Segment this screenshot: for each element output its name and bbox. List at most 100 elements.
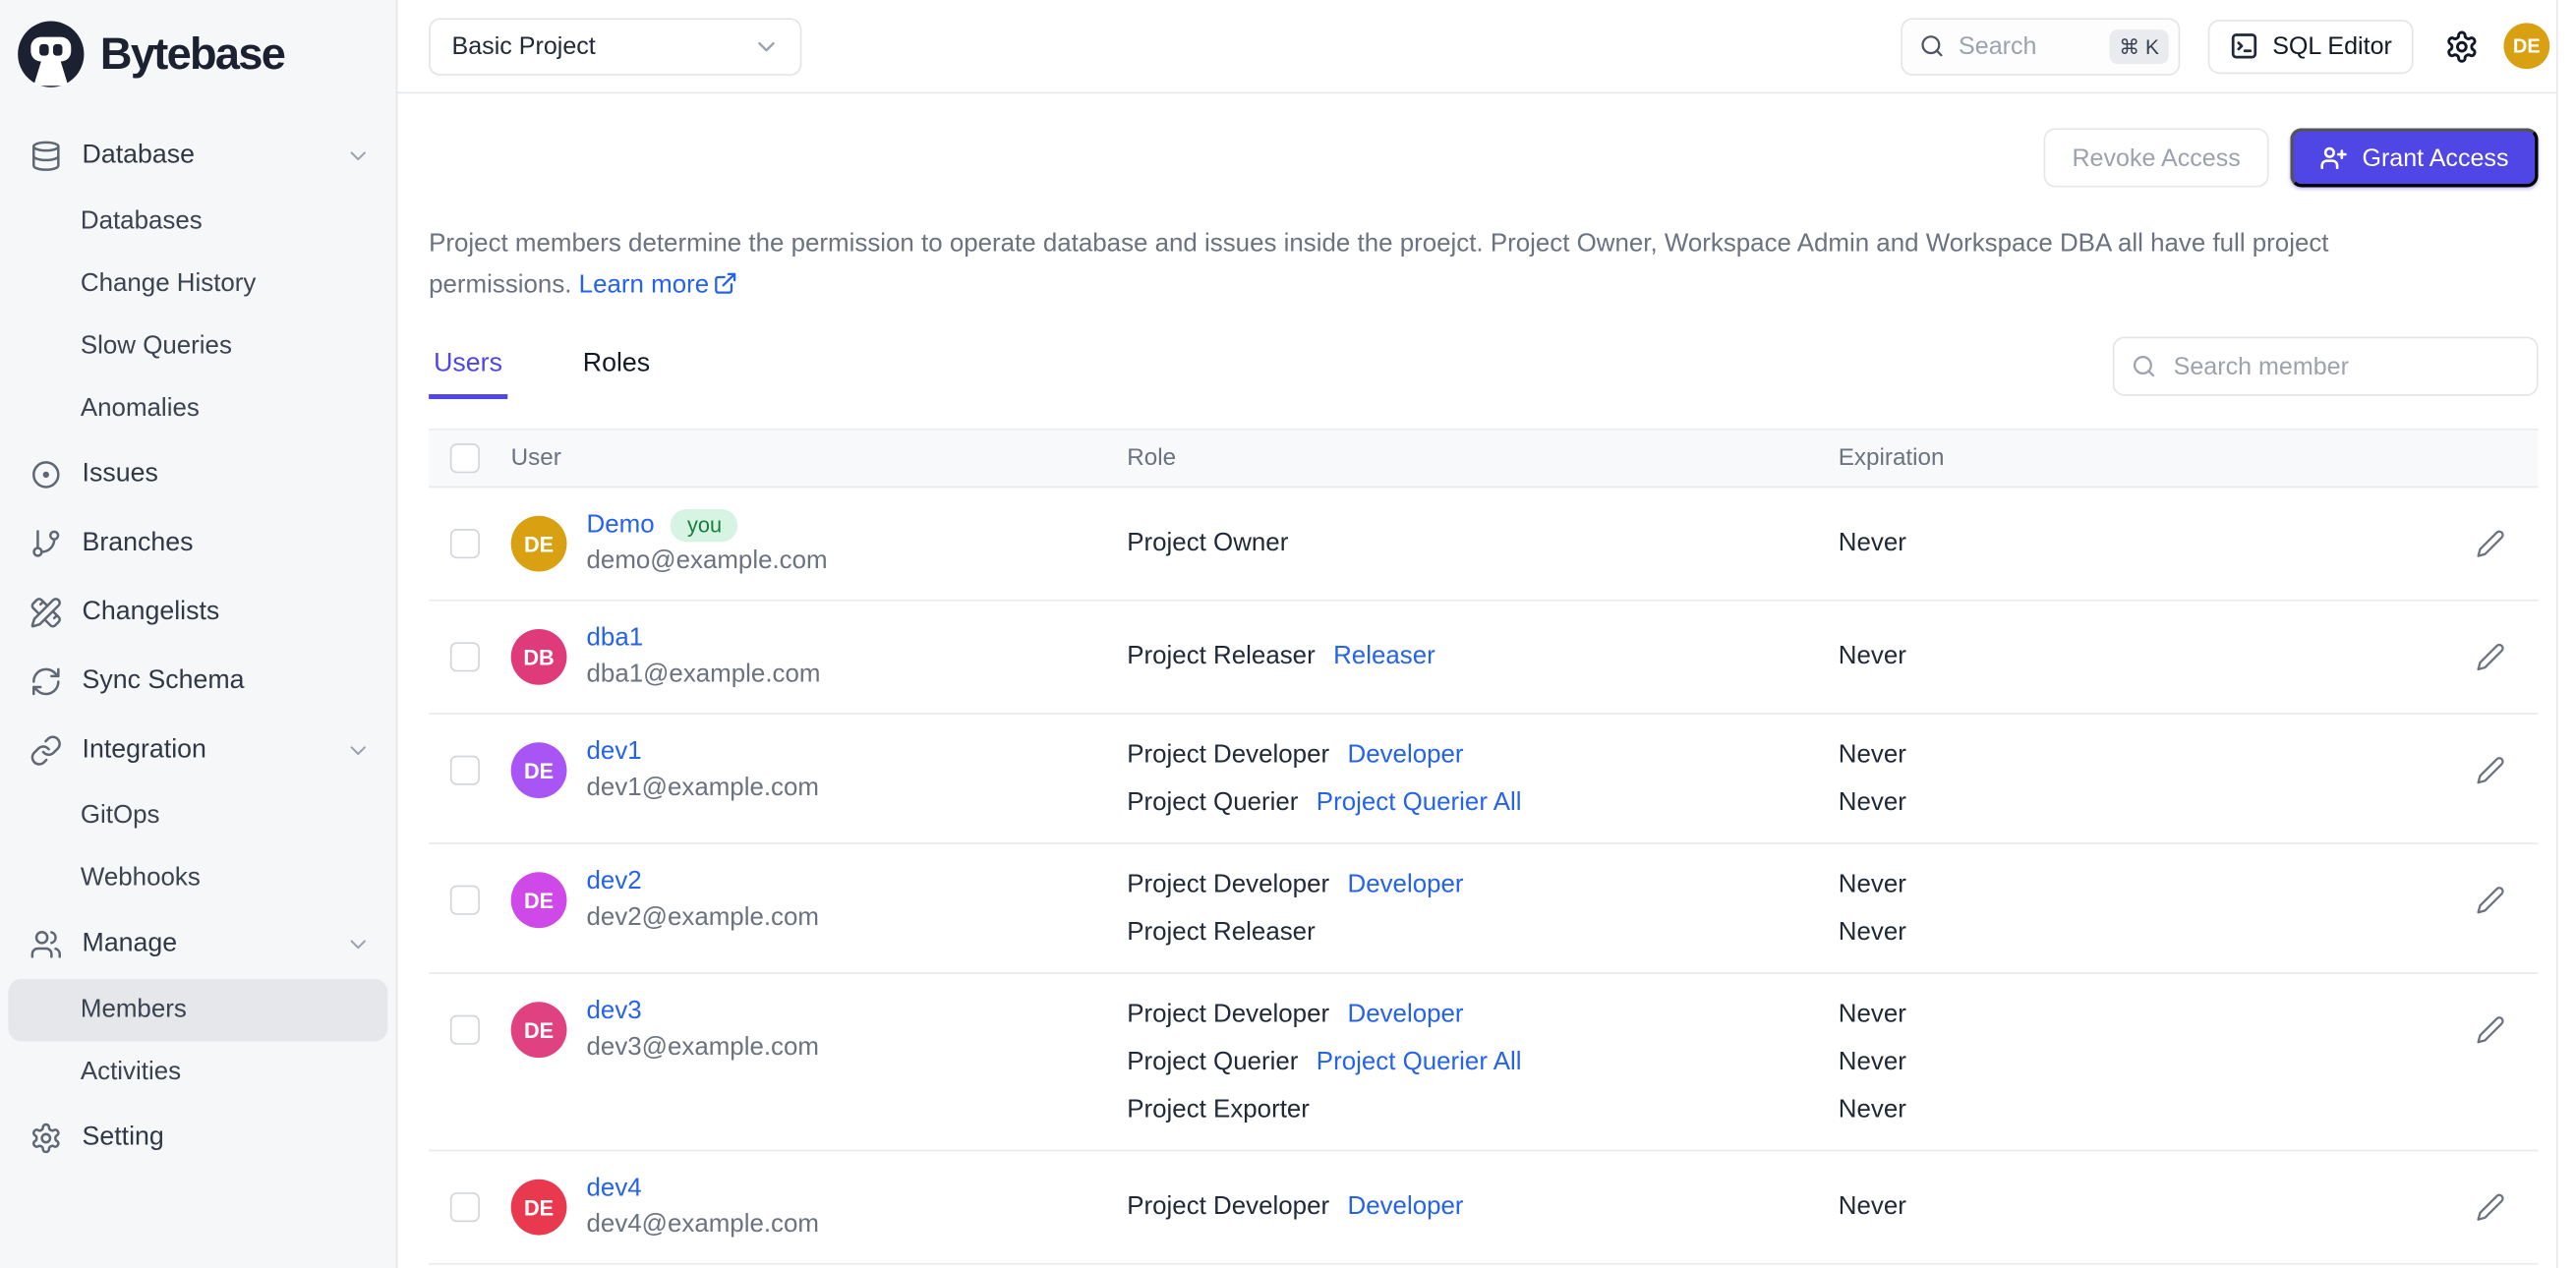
row-checkbox[interactable] <box>449 885 480 915</box>
column-header-user: User <box>510 444 561 472</box>
member-name-link[interactable]: dev1 <box>587 734 642 769</box>
edit-pencil-icon[interactable] <box>2476 1015 2505 1045</box>
sidebar-item-setting[interactable]: Setting <box>8 1104 387 1173</box>
brand-name: Bytebase <box>99 29 286 79</box>
sidebar-item-databases[interactable]: Databases <box>8 191 387 253</box>
table-row: DE dev4 dev4@example.com Project Developer D… <box>429 1151 2539 1265</box>
role-line: Project Developer Developer <box>1127 1183 1839 1231</box>
git-branch-icon <box>29 527 62 559</box>
grant-access-button[interactable]: Grant Access <box>2289 128 2539 188</box>
sidebar-item-changelists[interactable]: Changelists <box>8 578 387 647</box>
member-name-link[interactable]: dev3 <box>587 994 642 1028</box>
column-header-expiration: Expiration <box>1838 444 1945 472</box>
member-search-input[interactable] <box>2170 350 2521 382</box>
role-link[interactable]: Developer <box>1347 1000 1463 1029</box>
page-description: Project members determine the permission… <box>429 225 2476 306</box>
circle-dot-icon <box>29 458 62 490</box>
member-name-link[interactable]: dba1 <box>587 621 644 656</box>
sidebar-item-database[interactable]: Database <box>8 122 387 191</box>
avatar: DE <box>510 1002 567 1059</box>
sidebar-item-gitops[interactable]: GitOps <box>8 785 387 847</box>
expiration-cell: Never Never <box>1839 731 2233 827</box>
member-email: dev4@example.com <box>586 1210 820 1239</box>
sql-editor-label: SQL Editor <box>2272 31 2392 60</box>
revoke-access-button[interactable]: Revoke Access <box>2044 128 2269 188</box>
row-checkbox-cell <box>429 1168 511 1246</box>
sidebar-item-slow-queries[interactable]: Slow Queries <box>8 316 387 377</box>
member-name-line: dev1 <box>587 734 819 769</box>
sidebar-item-label: Activities <box>80 1058 182 1086</box>
sidebar-item-issues[interactable]: Issues <box>8 440 387 509</box>
expiration-value: Never <box>1838 642 1906 670</box>
table-body: DE Demo you demo@example.com Project Owner Ne… <box>429 488 2539 1265</box>
member-name-line: dba1 <box>587 621 821 656</box>
shortcut-badge: ⌘ K <box>2109 29 2169 64</box>
expiration-cell: Never Never <box>1839 861 2233 956</box>
row-checkbox[interactable] <box>449 1192 480 1223</box>
role-link[interactable]: Developer <box>1347 1192 1463 1222</box>
member-meta: dev3 dev3@example.com <box>587 991 819 1069</box>
edit-pencil-icon[interactable] <box>2476 642 2505 671</box>
expiration-value: Never <box>1838 1047 1906 1075</box>
project-selector[interactable]: Basic Project <box>429 17 802 76</box>
table-row: DE dev2 dev2@example.com Project Developer D… <box>429 844 2539 974</box>
member-name-line: dev2 <box>587 864 819 898</box>
sidebar-item-webhooks[interactable]: Webhooks <box>8 847 387 909</box>
row-checkbox[interactable] <box>449 1014 480 1045</box>
sidebar-item-integration[interactable]: Integration <box>8 717 387 785</box>
sidebar: Bytebase Database Databases Change History… <box>0 0 398 1268</box>
row-checkbox[interactable] <box>449 755 480 785</box>
sidebar-item-members[interactable]: Members <box>8 978 388 1042</box>
member-name-line: dev3 <box>587 994 819 1028</box>
sidebar-nav: Database Databases Change History Slow Quer… <box>0 108 396 1173</box>
avatar: DE <box>510 1179 567 1236</box>
tab-roles[interactable]: Roles <box>578 350 655 399</box>
member-name-link[interactable]: Demo <box>587 507 655 542</box>
edit-pencil-icon[interactable] <box>2476 756 2505 785</box>
sidebar-item-change-history[interactable]: Change History <box>8 253 387 315</box>
sidebar-item-manage[interactable]: Manage <box>8 910 387 979</box>
row-checkbox[interactable] <box>449 642 480 672</box>
edit-pencil-icon[interactable] <box>2476 529 2505 558</box>
sidebar-item-activities[interactable]: Activities <box>8 1041 387 1103</box>
role-link[interactable]: Project Querier All <box>1317 787 1522 817</box>
avatar: DE <box>510 872 567 929</box>
learn-more-link[interactable]: Learn more <box>579 270 737 298</box>
tab-users[interactable]: Users <box>429 350 507 400</box>
row-checkbox[interactable] <box>449 529 480 559</box>
role-link[interactable]: Developer <box>1347 740 1463 770</box>
edit-pencil-icon[interactable] <box>2476 886 2505 915</box>
scrollbar-gutter[interactable] <box>2555 0 2576 1268</box>
avatar: DB <box>510 628 567 685</box>
sidebar-item-anomalies[interactable]: Anomalies <box>8 377 387 439</box>
external-link-icon <box>712 268 736 293</box>
avatar: DE <box>510 742 567 799</box>
select-all-checkbox[interactable] <box>449 443 480 474</box>
role-name: Project Releaser <box>1127 917 1316 946</box>
brand-logo[interactable]: Bytebase <box>0 0 396 108</box>
edit-pencil-icon[interactable] <box>2476 1192 2505 1222</box>
gear-icon[interactable] <box>2444 29 2479 63</box>
member-name-link[interactable]: dev2 <box>587 864 642 898</box>
role-link[interactable]: Releaser <box>1333 642 1435 671</box>
role-link[interactable]: Project Querier All <box>1317 1047 1522 1076</box>
actions-row: Revoke Access Grant Access <box>429 128 2539 188</box>
sidebar-item-branches[interactable]: Branches <box>8 509 387 578</box>
column-header-role: Role <box>1127 444 1177 472</box>
sidebar-item-sync-schema[interactable]: Sync Schema <box>8 647 387 716</box>
global-search-input[interactable]: Search ⌘ K <box>1901 17 2181 76</box>
user-avatar[interactable]: DE <box>2503 23 2550 70</box>
bytebase-logo-icon <box>18 21 85 87</box>
member-name-link[interactable]: dev4 <box>587 1171 642 1205</box>
chevron-down-icon <box>752 32 780 60</box>
search-placeholder: Search <box>1959 31 2037 60</box>
row-checkbox-cell <box>429 731 511 810</box>
role-link[interactable]: Developer <box>1347 870 1463 899</box>
link-icon <box>29 734 62 767</box>
sidebar-item-label: Manage <box>82 929 178 958</box>
row-checkbox-cell <box>429 504 511 583</box>
expiration-value: Never <box>1838 1192 1906 1221</box>
sql-editor-button[interactable]: SQL Editor <box>2208 19 2414 74</box>
sidebar-item-label: Change History <box>80 269 257 298</box>
topbar-right: Search ⌘ K SQL Editor DE <box>1901 17 2550 76</box>
